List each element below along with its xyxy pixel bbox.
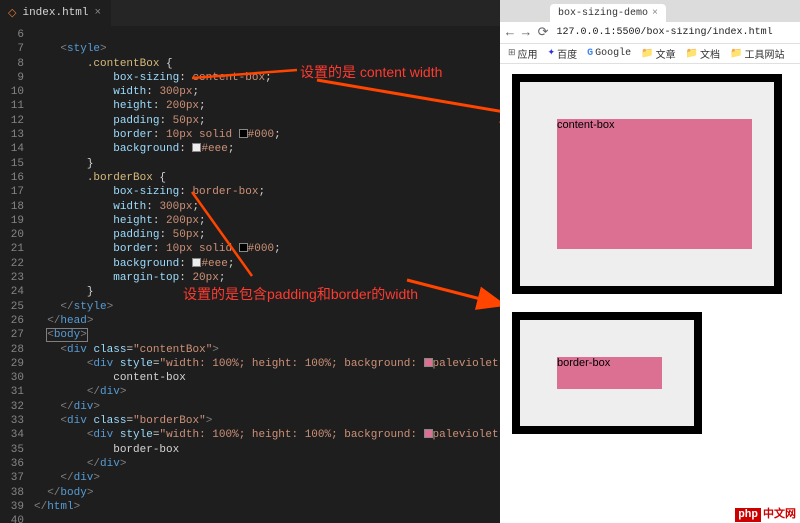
swatch-palevioletred-icon [424,429,433,438]
code-line: border-box [34,444,179,456]
preview-border-box: border-box [512,312,702,434]
code-line: height: 200px; [34,100,206,112]
swatch-black-icon [239,243,248,252]
code-line: </html> [34,501,80,513]
code-line: background: #eee; [34,143,234,155]
google-icon [587,48,593,59]
swatch-palevioletred-icon [424,358,433,367]
code-line: <div class="borderBox"> [34,415,212,427]
close-tab-icon[interactable]: × [652,8,658,19]
forward-icon[interactable]: → [522,25,530,40]
swatch-black-icon [239,129,248,138]
browser-viewport: content-box border-box [500,64,800,523]
browser-pane: box-sizing-demo × ← → ⟳ 127.0.0.1:5500/b… [500,0,800,523]
code-line: border: 10px solid #000; [34,129,281,141]
browser-tab-title: box-sizing-demo [558,8,648,19]
bookmark-folder-tools[interactable]: 工具网站 [730,46,784,62]
html-file-icon [8,6,16,20]
code-line: } [34,286,93,298]
folder-icon [730,48,742,60]
bookmark-google[interactable]: Google [587,48,631,59]
code-line: content-box [34,372,186,384]
code-line: </body> [34,487,93,499]
browser-tab-strip: box-sizing-demo × [500,0,800,22]
folder-icon [686,48,698,60]
code-line: </div> [34,458,126,470]
code-line: </style> [34,301,113,313]
editor-tabbar: index.html × [0,0,500,26]
preview-content-box-inner: content-box [557,119,752,249]
bookmarks-bar: 应用 百度 Google 文章 文档 工具网站 [500,44,800,64]
code-line: <body> [34,329,87,341]
code-line: padding: 50px; [34,229,206,241]
bookmark-apps[interactable]: 应用 [508,46,538,62]
line-number-gutter: 6789101112131415161718192021222324252627… [0,26,30,523]
address-bar[interactable]: 127.0.0.1:5500/box-sizing/index.html [557,27,794,38]
code-line: height: 200px; [34,215,206,227]
code-line: <div style="width: 100%; height: 100%; b… [34,429,532,441]
code-line: <div style="width: 100%; height: 100%; b… [34,358,532,370]
code-line: </div> [34,401,100,413]
code-line: </div> [34,386,126,398]
code-line: background: #eee; [34,258,234,270]
back-icon[interactable]: ← [506,25,514,40]
code-line: <div class="contentBox"> [34,344,219,356]
code-line: width: 300px; [34,86,199,98]
tab-filename: index.html [22,7,88,19]
watermark: php中文网 [735,505,796,521]
code-line: box-sizing: border-box; [34,186,265,198]
code-line: .contentBox { [34,58,173,70]
annotation-content-width: 设置的是 content width [300,62,442,82]
preview-content-box: content-box [512,74,782,294]
close-icon[interactable]: × [94,7,101,19]
reload-icon[interactable]: ⟳ [538,25,549,40]
watermark-logo: php [735,508,761,522]
folder-icon [641,48,653,60]
bookmark-folder-articles[interactable]: 文章 [641,46,675,62]
annotation-border-box-width: 设置的是包含padding和border的width [183,284,418,304]
code-area[interactable]: <style> .contentBox { box-sizing: conten… [34,26,532,523]
code-line: .borderBox { [34,172,166,184]
code-line: } [34,158,93,170]
code-line: </head> [34,315,93,327]
code-line: margin-top: 20px; [34,272,225,284]
bookmark-baidu[interactable]: 百度 [548,46,578,62]
apps-icon [508,48,516,59]
browser-nav-row: ← → ⟳ 127.0.0.1:5500/box-sizing/index.ht… [500,22,800,44]
code-line: </div> [34,472,100,484]
bookmark-folder-docs[interactable]: 文档 [686,46,720,62]
code-line: <style> [34,43,107,55]
editor-tab-indexhtml[interactable]: index.html × [0,0,111,26]
code-line: border: 10px solid #000; [34,243,281,255]
browser-tab[interactable]: box-sizing-demo × [550,4,666,22]
preview-border-box-inner: border-box [557,357,662,389]
baidu-icon [548,48,556,59]
watermark-text: 中文网 [763,509,796,521]
code-line: padding: 50px; [34,115,206,127]
code-line: width: 300px; [34,201,199,213]
code-line: box-sizing: content-box; [34,72,272,84]
